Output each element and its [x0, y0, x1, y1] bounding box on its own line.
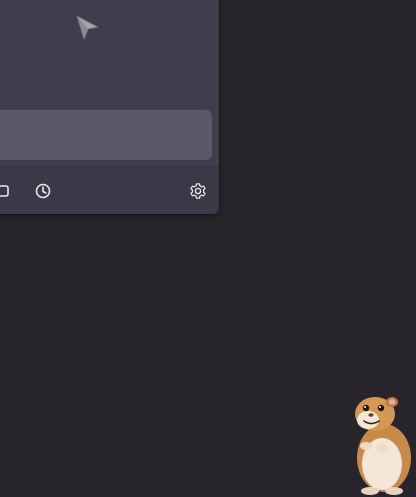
history-icon[interactable]	[32, 180, 54, 202]
desktop	[0, 0, 416, 497]
hamster-pet[interactable]	[348, 390, 416, 497]
settings-icon[interactable]	[187, 180, 209, 202]
cursor-arrow-icon	[75, 14, 101, 42]
window-icon[interactable]	[0, 180, 12, 202]
assistant-panel	[0, 0, 219, 214]
prompt-input[interactable]	[0, 110, 212, 160]
panel-body	[0, 0, 219, 166]
